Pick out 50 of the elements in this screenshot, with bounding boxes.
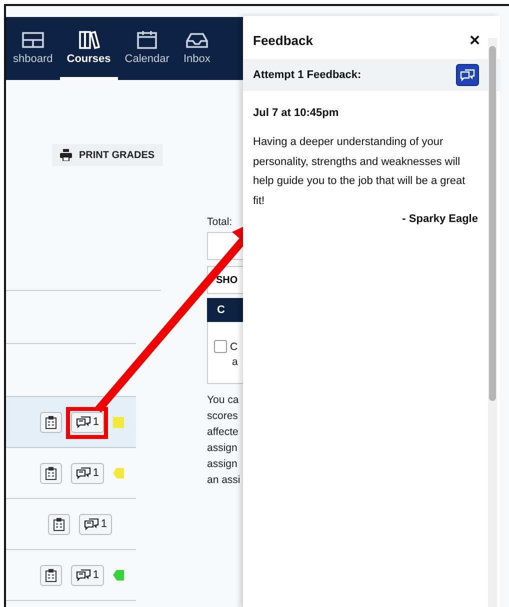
card-header: C — [207, 298, 243, 322]
comments-button[interactable]: 1 — [70, 412, 104, 432]
printer-icon — [60, 149, 72, 161]
total-label: Total: — [207, 216, 234, 228]
nav-tab[interactable]: Calendar — [118, 17, 176, 80]
comments-button[interactable]: 1 — [70, 462, 104, 484]
comment-icon — [76, 568, 91, 582]
clipboard-icon — [44, 568, 57, 582]
comment-icon — [460, 68, 475, 82]
grade-row[interactable]: 1 — [6, 550, 136, 601]
rubric-button[interactable] — [40, 412, 62, 432]
nav-tab[interactable]: shboard — [6, 17, 60, 80]
close-button[interactable]: × — [469, 30, 480, 51]
highlight-frame — [66, 407, 108, 439]
comments-button[interactable] — [456, 64, 479, 86]
section-title: Attempt 1 Feedback: — [253, 69, 362, 81]
print-grades-button[interactable]: PRINT GRADES — [52, 144, 163, 166]
rubric-button[interactable] — [40, 462, 62, 484]
note-text: affecte — [207, 425, 240, 440]
note-text: an assi — [207, 473, 242, 488]
feedback-message: Having a deeper understanding of your personality, strengths and weaknesses will help guide you to the job that will be a great fit! — [253, 135, 466, 208]
layout-icon — [20, 30, 45, 50]
comment-icon — [76, 466, 91, 480]
comment-icon — [76, 416, 91, 428]
note-text: assign — [207, 441, 238, 456]
checkbox-label: a — [231, 355, 238, 370]
comment-icon — [84, 518, 99, 530]
calendar-icon — [135, 30, 160, 50]
rubric-button[interactable] — [48, 514, 70, 534]
drawer-title: Feedback — [253, 33, 313, 48]
note-text: scores — [207, 409, 239, 424]
note-text: assign — [207, 457, 238, 472]
grade-row[interactable]: 1 — [6, 448, 136, 499]
checkbox-label: C — [230, 340, 238, 355]
nav-tab[interactable]: Inbox — [176, 17, 218, 80]
note-text: You ca — [207, 393, 240, 408]
checkbox[interactable] — [214, 340, 227, 353]
clipboard-icon — [52, 518, 65, 530]
comments-button[interactable]: 1 — [78, 514, 112, 534]
scrollbar[interactable] — [488, 38, 497, 607]
comments-button[interactable]: 1 — [70, 564, 104, 586]
clipboard-icon — [44, 466, 57, 480]
clipboard-icon — [44, 416, 57, 428]
feedback-date: Jul 7 at 10:45pm — [253, 107, 340, 119]
rubric-button[interactable] — [40, 564, 62, 586]
nav-tab[interactable]: Courses — [60, 17, 118, 80]
feedback-author: - Sparky Eagle — [402, 213, 478, 225]
grade-row[interactable]: 1 — [6, 499, 136, 550]
grade-row[interactable]: 1 — [6, 397, 136, 448]
books-icon — [76, 30, 101, 50]
